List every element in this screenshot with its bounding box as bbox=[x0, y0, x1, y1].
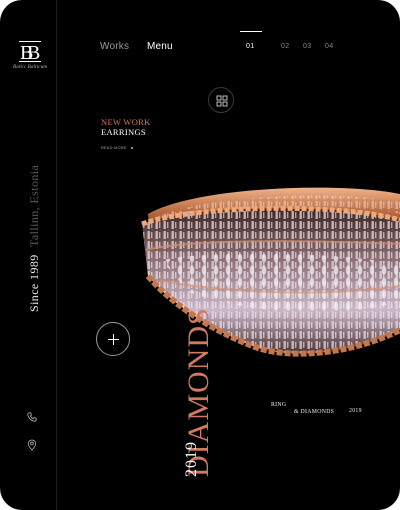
caption-line-1: RING bbox=[271, 402, 287, 408]
brand-subtitle: Baltic Balticum bbox=[13, 65, 48, 70]
slide-year: 2019 bbox=[183, 441, 200, 477]
pager-item-01[interactable]: 01 bbox=[246, 43, 254, 50]
location-pin-icon[interactable] bbox=[27, 439, 37, 451]
read-more-arrow-icon bbox=[131, 147, 133, 149]
pager-item-04[interactable]: 04 bbox=[325, 43, 333, 50]
pager-item-03[interactable]: 03 bbox=[303, 43, 311, 50]
grid-view-button[interactable] bbox=[208, 87, 234, 113]
logo-monogram-icon: B B bbox=[19, 41, 41, 64]
phone-icon[interactable] bbox=[27, 411, 37, 423]
svg-text:B: B bbox=[27, 42, 40, 64]
grid-icon bbox=[216, 95, 228, 107]
app-screen: B B Baltic Balticum Tallinn, Estonia Sin… bbox=[0, 0, 400, 510]
caption-line-2: & DIAMONDS bbox=[294, 409, 335, 415]
bracelet-hero-image bbox=[141, 187, 400, 357]
read-more-link[interactable]: READ MORE bbox=[101, 146, 127, 150]
caption-year: 2019 bbox=[349, 408, 362, 414]
add-button[interactable] bbox=[96, 322, 130, 356]
city-label: Tallinn, Estonia bbox=[27, 164, 41, 247]
nav-works-link[interactable]: Works bbox=[100, 41, 129, 52]
brand-logo[interactable]: B B Baltic Balticum bbox=[13, 38, 47, 70]
feature-title[interactable]: EARRINGS bbox=[101, 127, 146, 137]
active-page-indicator bbox=[240, 31, 262, 32]
sidebar: B B Baltic Balticum Tallinn, Estonia Sin… bbox=[0, 0, 57, 510]
since-label: Since 1989 bbox=[27, 254, 41, 312]
nav-menu-link[interactable]: Menu bbox=[147, 41, 173, 52]
pager-item-02[interactable]: 02 bbox=[281, 43, 289, 50]
feature-tag: NEW WORK bbox=[101, 117, 151, 127]
